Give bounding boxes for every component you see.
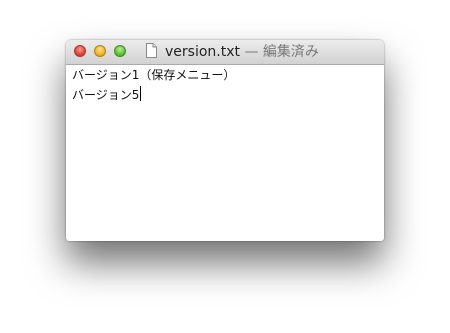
text-line-2: バージョン5 (72, 85, 384, 105)
filename: version.txt (165, 44, 240, 60)
zoom-button[interactable] (114, 45, 126, 57)
text-editor-window: version.txt — 編集済み バージョン1（保存メニュー） バージョン5 (66, 40, 384, 241)
document-icon[interactable] (146, 43, 157, 58)
text-line-1: バージョン1（保存メニュー） (72, 68, 236, 82)
close-button[interactable] (74, 45, 86, 57)
title-bar[interactable]: version.txt — 編集済み (66, 40, 384, 65)
edited-status: — 編集済み (240, 44, 319, 60)
text-cursor (140, 86, 142, 101)
window-title: version.txt — 編集済み (165, 42, 319, 62)
minimize-button[interactable] (94, 45, 106, 57)
text-line-2-text: バージョン5 (72, 88, 140, 102)
text-area[interactable]: バージョン1（保存メニュー） バージョン5 (66, 65, 384, 105)
